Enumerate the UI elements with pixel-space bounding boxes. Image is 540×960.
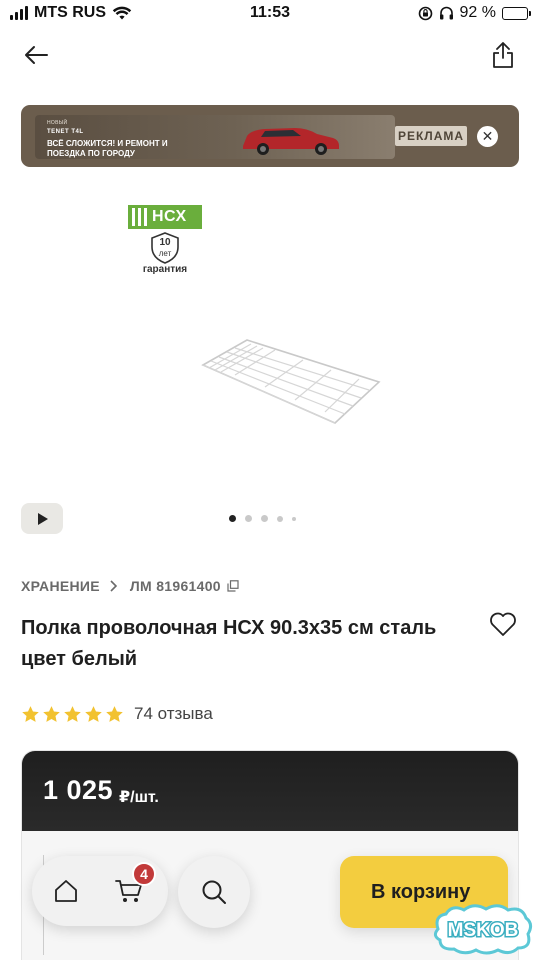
brand-logo-text: НСХ bbox=[152, 208, 187, 225]
carousel-dot[interactable] bbox=[229, 515, 236, 522]
search-button[interactable] bbox=[178, 856, 250, 928]
battery-icon bbox=[502, 6, 531, 20]
cart-count-badge: 4 bbox=[132, 862, 156, 886]
heart-icon bbox=[490, 612, 516, 636]
shield-icon: 10 лет bbox=[150, 232, 180, 264]
brand-bars-icon bbox=[132, 208, 147, 226]
brand-logo: НСХ bbox=[128, 205, 202, 229]
product-title: Полка проволочная НСХ 90.3x35 см сталь ц… bbox=[21, 617, 437, 670]
play-icon bbox=[38, 512, 48, 525]
carousel-dots bbox=[229, 515, 296, 522]
ad-close-button[interactable]: ✕ bbox=[477, 126, 498, 147]
rating-stars bbox=[21, 705, 124, 724]
warranty-years: 10 bbox=[159, 237, 171, 248]
copy-icon[interactable] bbox=[227, 580, 239, 592]
play-video-button[interactable] bbox=[21, 503, 63, 534]
warranty-badge: 10 лет гарантия bbox=[140, 232, 190, 275]
product-sku: ЛМ 81961400 bbox=[129, 578, 221, 594]
home-icon bbox=[55, 880, 77, 902]
chevron-right-icon bbox=[110, 580, 117, 592]
headphones-icon bbox=[439, 6, 453, 20]
breadcrumb-category[interactable]: ХРАНЕНИЕ bbox=[21, 578, 100, 594]
star-icon bbox=[43, 705, 60, 722]
favorite-button[interactable] bbox=[488, 609, 518, 639]
carousel-dot[interactable] bbox=[277, 515, 283, 522]
status-bar: MTS RUS 11:53 92 % bbox=[0, 0, 540, 30]
add-to-cart-label: В корзину bbox=[371, 880, 471, 903]
search-icon bbox=[202, 880, 226, 904]
watermark-text-fill: MSKOB bbox=[448, 920, 519, 941]
product-image[interactable] bbox=[195, 330, 385, 430]
price-value: 1 025 bbox=[43, 775, 114, 805]
orientation-lock-icon bbox=[418, 6, 432, 20]
carousel-dot[interactable] bbox=[292, 516, 296, 521]
battery-percent: 92 % bbox=[459, 4, 496, 21]
carousel-dot[interactable] bbox=[245, 515, 252, 522]
price-header: 1 025 ₽/шт. bbox=[22, 751, 518, 831]
arrow-left-icon bbox=[25, 46, 48, 64]
car-image bbox=[243, 128, 339, 155]
warranty-unit: лет bbox=[158, 249, 172, 258]
close-icon: ✕ bbox=[481, 128, 494, 144]
ad-small-text: НОВЫЙ bbox=[47, 120, 68, 126]
price-unit: ₽/шт. bbox=[119, 789, 159, 806]
rating[interactable]: 74 отзыва bbox=[21, 704, 213, 724]
ad-brand: TENET T4L bbox=[47, 129, 84, 135]
home-button[interactable] bbox=[49, 874, 83, 908]
status-right: 92 % bbox=[418, 4, 531, 22]
carousel-dot[interactable] bbox=[261, 515, 268, 522]
share-icon bbox=[493, 42, 513, 68]
share-button[interactable] bbox=[486, 38, 520, 72]
back-button[interactable] bbox=[19, 38, 53, 72]
ad-creative[interactable]: НОВЫЙ TENET T4L ВСЁ СЛОЖИТСЯ! И РЕМОНТ И… bbox=[35, 115, 395, 159]
watermark-logo: MSKOB MSKOB bbox=[430, 902, 536, 956]
ad-label: РЕКЛАМА bbox=[395, 126, 467, 146]
reviews-count[interactable]: 74 отзыва bbox=[134, 704, 213, 724]
star-icon bbox=[106, 705, 123, 722]
warranty-label: гарантия bbox=[142, 264, 188, 275]
star-icon bbox=[85, 705, 102, 722]
breadcrumb: ХРАНЕНИЕ ЛМ 81961400 bbox=[21, 578, 239, 594]
star-icon bbox=[64, 705, 81, 722]
ad-text: ВСЁ СЛОЖИТСЯ! И РЕМОНТ И ПОЕЗДКА ПО ГОРО… bbox=[47, 139, 168, 158]
star-icon bbox=[22, 705, 39, 722]
